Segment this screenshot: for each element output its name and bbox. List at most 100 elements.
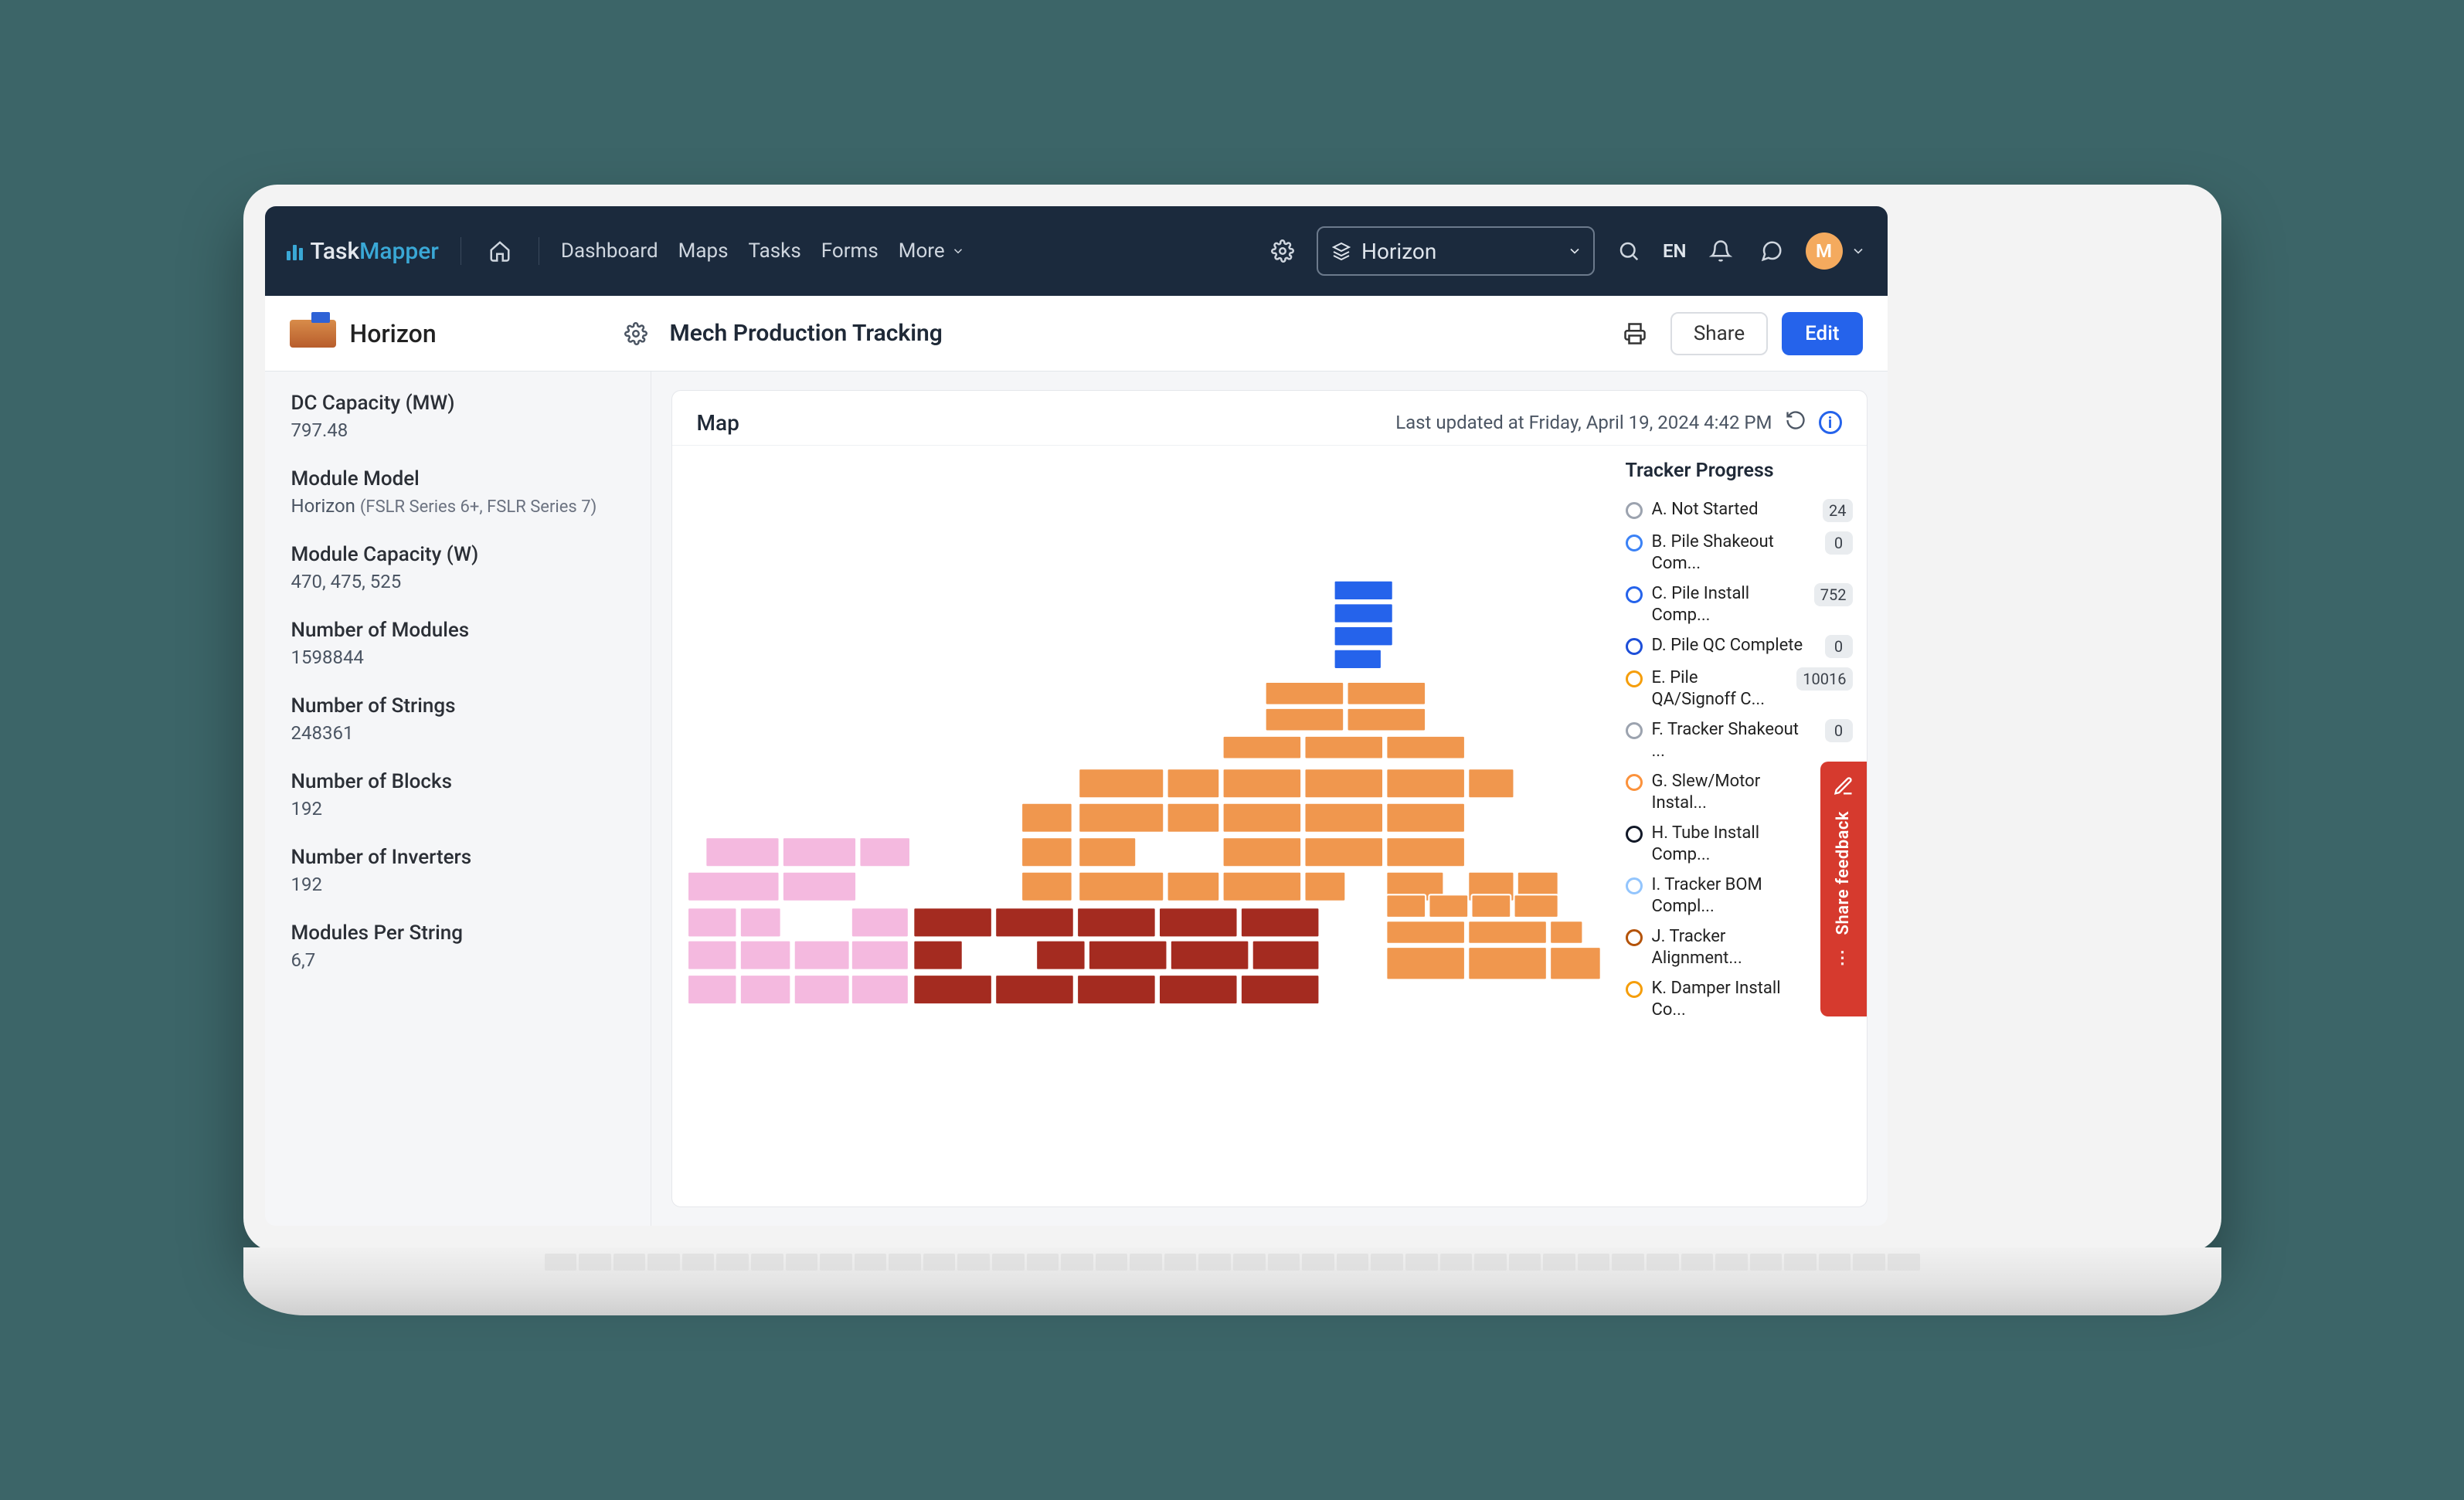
map-block[interactable]: [1386, 921, 1465, 944]
nav-more[interactable]: More: [899, 239, 965, 263]
legend-item[interactable]: F. Tracker Shakeout ...0: [1626, 714, 1853, 766]
share-button[interactable]: Share: [1670, 312, 1768, 355]
map-block[interactable]: [1386, 803, 1465, 833]
legend-item[interactable]: E. Pile QA/Signoff C...10016: [1626, 663, 1853, 714]
map-block[interactable]: [1334, 626, 1392, 646]
map-block[interactable]: [1170, 941, 1249, 970]
map-block[interactable]: [1386, 837, 1465, 867]
language-switch[interactable]: EN: [1663, 240, 1687, 262]
map-block[interactable]: [1021, 872, 1072, 901]
map-block[interactable]: [1468, 769, 1514, 798]
map-block[interactable]: [1079, 837, 1136, 867]
map-block[interactable]: [859, 837, 910, 867]
legend-item[interactable]: I. Tracker BOM Compl...0: [1626, 870, 1853, 921]
chat-icon[interactable]: [1755, 234, 1789, 268]
legend-item[interactable]: G. Slew/Motor Instal...0: [1626, 766, 1853, 818]
map-block[interactable]: [1550, 921, 1582, 944]
map-block[interactable]: [1304, 872, 1345, 901]
map-block[interactable]: [739, 975, 790, 1004]
map-block[interactable]: [1252, 941, 1319, 970]
map-block[interactable]: [794, 941, 849, 970]
map-block[interactable]: [739, 941, 790, 970]
legend-item[interactable]: A. Not Started24: [1626, 494, 1853, 527]
map-block[interactable]: [1386, 894, 1426, 918]
map-block[interactable]: [1222, 769, 1301, 798]
legend-item[interactable]: B. Pile Shakeout Com...0: [1626, 527, 1853, 579]
nav-forms[interactable]: Forms: [821, 239, 879, 263]
map-block[interactable]: [1158, 908, 1237, 937]
map-block[interactable]: [688, 941, 737, 970]
map-block[interactable]: [1222, 736, 1301, 759]
search-icon[interactable]: [1612, 234, 1646, 268]
map-block[interactable]: [1079, 872, 1164, 901]
settings-icon[interactable]: [1266, 234, 1300, 268]
map-block[interactable]: [794, 975, 849, 1004]
legend-item[interactable]: H. Tube Install Comp...0: [1626, 818, 1853, 870]
map-block[interactable]: [1429, 894, 1468, 918]
map-block[interactable]: [1304, 736, 1383, 759]
map-block[interactable]: [1222, 872, 1301, 901]
share-feedback-tab[interactable]: Share feedback ⋮: [1820, 762, 1867, 1016]
map-block[interactable]: [688, 908, 737, 937]
legend-item[interactable]: D. Pile QC Complete0: [1626, 630, 1853, 663]
map-block[interactable]: [1514, 894, 1558, 918]
map-block[interactable]: [1347, 682, 1426, 705]
map-block[interactable]: [1222, 837, 1301, 867]
print-button[interactable]: [1613, 312, 1657, 355]
map-block[interactable]: [913, 908, 992, 937]
refresh-icon[interactable]: [1785, 409, 1806, 436]
map-block[interactable]: [851, 908, 908, 937]
map-block[interactable]: [1021, 803, 1072, 833]
map-block[interactable]: [1240, 908, 1319, 937]
map-canvas[interactable]: [672, 446, 1619, 1206]
map-block[interactable]: [782, 872, 855, 901]
map-block[interactable]: [688, 975, 737, 1004]
map-block[interactable]: [688, 872, 780, 901]
map-block[interactable]: [1079, 803, 1164, 833]
project-settings-icon[interactable]: [619, 317, 653, 351]
legend-item[interactable]: J. Tracker Alignment...0: [1626, 921, 1853, 973]
map-block[interactable]: [1036, 941, 1086, 970]
legend-item[interactable]: K. Damper Install Co...0: [1626, 973, 1853, 1025]
map-block[interactable]: [1077, 908, 1156, 937]
map-block[interactable]: [1021, 837, 1072, 867]
brand-logo[interactable]: TaskMapper: [287, 238, 439, 265]
map-block[interactable]: [1222, 803, 1301, 833]
map-block[interactable]: [1167, 872, 1219, 901]
map-block[interactable]: [995, 975, 1074, 1004]
map-block[interactable]: [1158, 975, 1237, 1004]
notifications-icon[interactable]: [1704, 234, 1738, 268]
nav-tasks[interactable]: Tasks: [749, 239, 801, 263]
map-block[interactable]: [1265, 708, 1344, 731]
map-block[interactable]: [1088, 941, 1167, 970]
map-block[interactable]: [1304, 769, 1383, 798]
map-block[interactable]: [913, 975, 992, 1004]
map-block[interactable]: [1167, 769, 1219, 798]
info-icon[interactable]: i: [1819, 411, 1842, 434]
map-block[interactable]: [1304, 803, 1383, 833]
map-block[interactable]: [1550, 947, 1601, 979]
legend-item[interactable]: C. Pile Install Comp...752: [1626, 579, 1853, 630]
map-block[interactable]: [1468, 947, 1547, 979]
map-block[interactable]: [1334, 603, 1392, 623]
map-block[interactable]: [851, 975, 908, 1004]
map-block[interactable]: [1079, 769, 1164, 798]
home-icon[interactable]: [483, 234, 517, 268]
map-block[interactable]: [1265, 682, 1344, 705]
map-block[interactable]: [1347, 708, 1426, 731]
map-block[interactable]: [851, 941, 908, 970]
map-block[interactable]: [1167, 803, 1219, 833]
map-block[interactable]: [705, 837, 779, 867]
project-selector[interactable]: Horizon: [1317, 226, 1595, 276]
map-block[interactable]: [739, 908, 780, 937]
nav-maps[interactable]: Maps: [678, 239, 729, 263]
map-block[interactable]: [1077, 975, 1156, 1004]
map-block[interactable]: [1386, 736, 1465, 759]
nav-dashboard[interactable]: Dashboard: [561, 239, 658, 263]
map-block[interactable]: [1471, 894, 1511, 918]
map-block[interactable]: [1304, 837, 1383, 867]
map-block[interactable]: [1468, 921, 1547, 944]
map-block[interactable]: [995, 908, 1074, 937]
edit-button[interactable]: Edit: [1782, 312, 1862, 355]
map-block[interactable]: [782, 837, 855, 867]
